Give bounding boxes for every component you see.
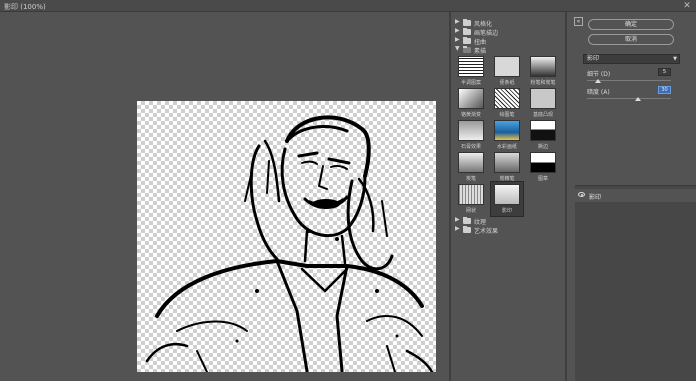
detail-label: 细节 (D) bbox=[587, 71, 611, 78]
darkness-value-field[interactable]: 30 bbox=[658, 86, 671, 94]
thumbnail-image bbox=[458, 56, 484, 77]
folder-icon bbox=[463, 217, 471, 224]
eye-icon[interactable] bbox=[578, 192, 585, 197]
filter-thumb[interactable]: 石膏效果 bbox=[455, 120, 487, 152]
folder-sketch[interactable]: ▼ 素描 bbox=[455, 45, 561, 55]
cancel-button[interactable]: 取消 bbox=[588, 34, 674, 45]
thumb-label: 图章 bbox=[537, 176, 548, 182]
folder-distort[interactable]: ▶ 扭曲 bbox=[455, 36, 561, 46]
folder-icon bbox=[463, 19, 471, 26]
folder-brush-strokes[interactable]: ▶ 画笔描边 bbox=[455, 27, 561, 37]
close-icon[interactable]: ✕ bbox=[682, 1, 692, 11]
thumbnail-image bbox=[494, 56, 520, 77]
thumbnail-image bbox=[458, 120, 484, 141]
darkness-slider-track[interactable] bbox=[587, 98, 671, 99]
thumbnail-image bbox=[458, 184, 484, 205]
filter-thumb[interactable]: 绘图笔 bbox=[491, 88, 523, 120]
chevron-right-icon: ▶ bbox=[455, 225, 460, 232]
thumb-label: 粉笔和炭笔 bbox=[530, 80, 556, 86]
thumb-label: 水彩画纸 bbox=[496, 144, 517, 150]
folder-icon bbox=[463, 37, 471, 44]
detail-value-field[interactable]: 5 bbox=[658, 68, 671, 76]
filter-select[interactable]: 影印 ▼ bbox=[583, 54, 680, 64]
thumb-label: 网状 bbox=[465, 208, 476, 214]
filter-thumb[interactable]: 基底凸现 bbox=[527, 88, 559, 120]
filter-thumb[interactable]: 图章 bbox=[527, 152, 559, 184]
chevron-right-icon: ▶ bbox=[455, 27, 460, 34]
thumb-label: 炭笔 bbox=[465, 176, 476, 182]
thumb-label: 基底凸现 bbox=[532, 112, 553, 118]
thumbnail-image bbox=[530, 88, 556, 109]
thumbnail-image bbox=[458, 152, 484, 173]
thumb-label: 铬黄渐变 bbox=[460, 112, 481, 118]
thumbnail-image bbox=[494, 120, 520, 141]
darkness-slider-handle[interactable] bbox=[635, 97, 641, 101]
filter-thumb[interactable]: 便条纸 bbox=[491, 56, 523, 88]
filter-thumb[interactable]: 网状 bbox=[455, 184, 487, 216]
window-title: 影印 (100%) bbox=[4, 3, 46, 11]
effect-layer-row[interactable]: 影印 bbox=[575, 189, 696, 202]
folder-artistic[interactable]: ▶ 艺术效果 bbox=[455, 225, 561, 235]
folder-icon bbox=[463, 28, 471, 35]
filter-thumb[interactable]: 炭精笔 bbox=[491, 152, 523, 184]
filter-thumb[interactable]: 铬黄渐变 bbox=[455, 88, 487, 120]
darkness-label: 暗度 (A) bbox=[587, 89, 610, 96]
filter-thumb[interactable]: 撕边 bbox=[527, 120, 559, 152]
effect-layers-panel: 影印 bbox=[575, 185, 696, 381]
filter-thumb[interactable]: 粉笔和炭笔 bbox=[527, 56, 559, 88]
thumbnail-image bbox=[494, 184, 520, 205]
filter-gallery: ▶ 风格化 ▶ 画笔描边 ▶ 扭曲 ▼ 素描 半调图案 便条纸 粉笔和炭笔 铬黄… bbox=[451, 16, 563, 381]
folder-label: 素描 bbox=[474, 48, 487, 55]
thumb-label: 撕边 bbox=[537, 144, 548, 150]
ok-button[interactable]: 确定 bbox=[588, 19, 674, 30]
panel-divider bbox=[565, 12, 567, 381]
preview-canvas[interactable] bbox=[0, 12, 449, 381]
chevron-right-icon: ▶ bbox=[455, 36, 460, 43]
thumb-label: 便条纸 bbox=[499, 80, 515, 86]
thumbnail-image bbox=[494, 88, 520, 109]
filter-thumb-selected[interactable]: 影印 bbox=[490, 181, 524, 217]
chevron-down-icon: ▼ bbox=[673, 56, 677, 62]
thumbnail-image bbox=[494, 152, 520, 173]
folder-stylize[interactable]: ▶ 风格化 bbox=[455, 18, 561, 28]
folder-texture[interactable]: ▶ 纹理 bbox=[455, 216, 561, 226]
chevron-right-icon: ▶ bbox=[455, 216, 460, 223]
title-bar: 影印 (100%) ✕ bbox=[0, 0, 696, 12]
thumb-label: 石膏效果 bbox=[460, 144, 481, 150]
folder-label: 艺术效果 bbox=[474, 228, 499, 235]
folder-open-icon bbox=[463, 46, 471, 53]
sketch-portrait-image bbox=[145, 115, 434, 372]
thumb-label: 影印 bbox=[501, 208, 512, 214]
collapse-gallery-button[interactable]: « bbox=[574, 17, 583, 26]
chevron-right-icon: ▶ bbox=[455, 18, 460, 25]
effect-layer-name: 影印 bbox=[589, 194, 602, 201]
thumbnail-image bbox=[458, 88, 484, 109]
thumbnail-image bbox=[530, 120, 556, 141]
detail-slider-handle[interactable] bbox=[595, 79, 601, 83]
thumb-label: 炭精笔 bbox=[499, 176, 515, 182]
thumbnail-image bbox=[530, 152, 556, 173]
folder-icon bbox=[463, 226, 471, 233]
thumbnail-image bbox=[530, 56, 556, 77]
filter-select-value: 影印 bbox=[587, 55, 600, 62]
chevron-down-icon: ▼ bbox=[455, 45, 460, 52]
thumb-label: 绘图笔 bbox=[499, 112, 515, 118]
thumb-label: 半调图案 bbox=[460, 80, 481, 86]
filter-thumb[interactable]: 水彩画纸 bbox=[491, 120, 523, 152]
filter-thumb[interactable]: 炭笔 bbox=[455, 152, 487, 184]
filter-thumb[interactable]: 半调图案 bbox=[455, 56, 487, 88]
preview-image bbox=[137, 101, 436, 372]
